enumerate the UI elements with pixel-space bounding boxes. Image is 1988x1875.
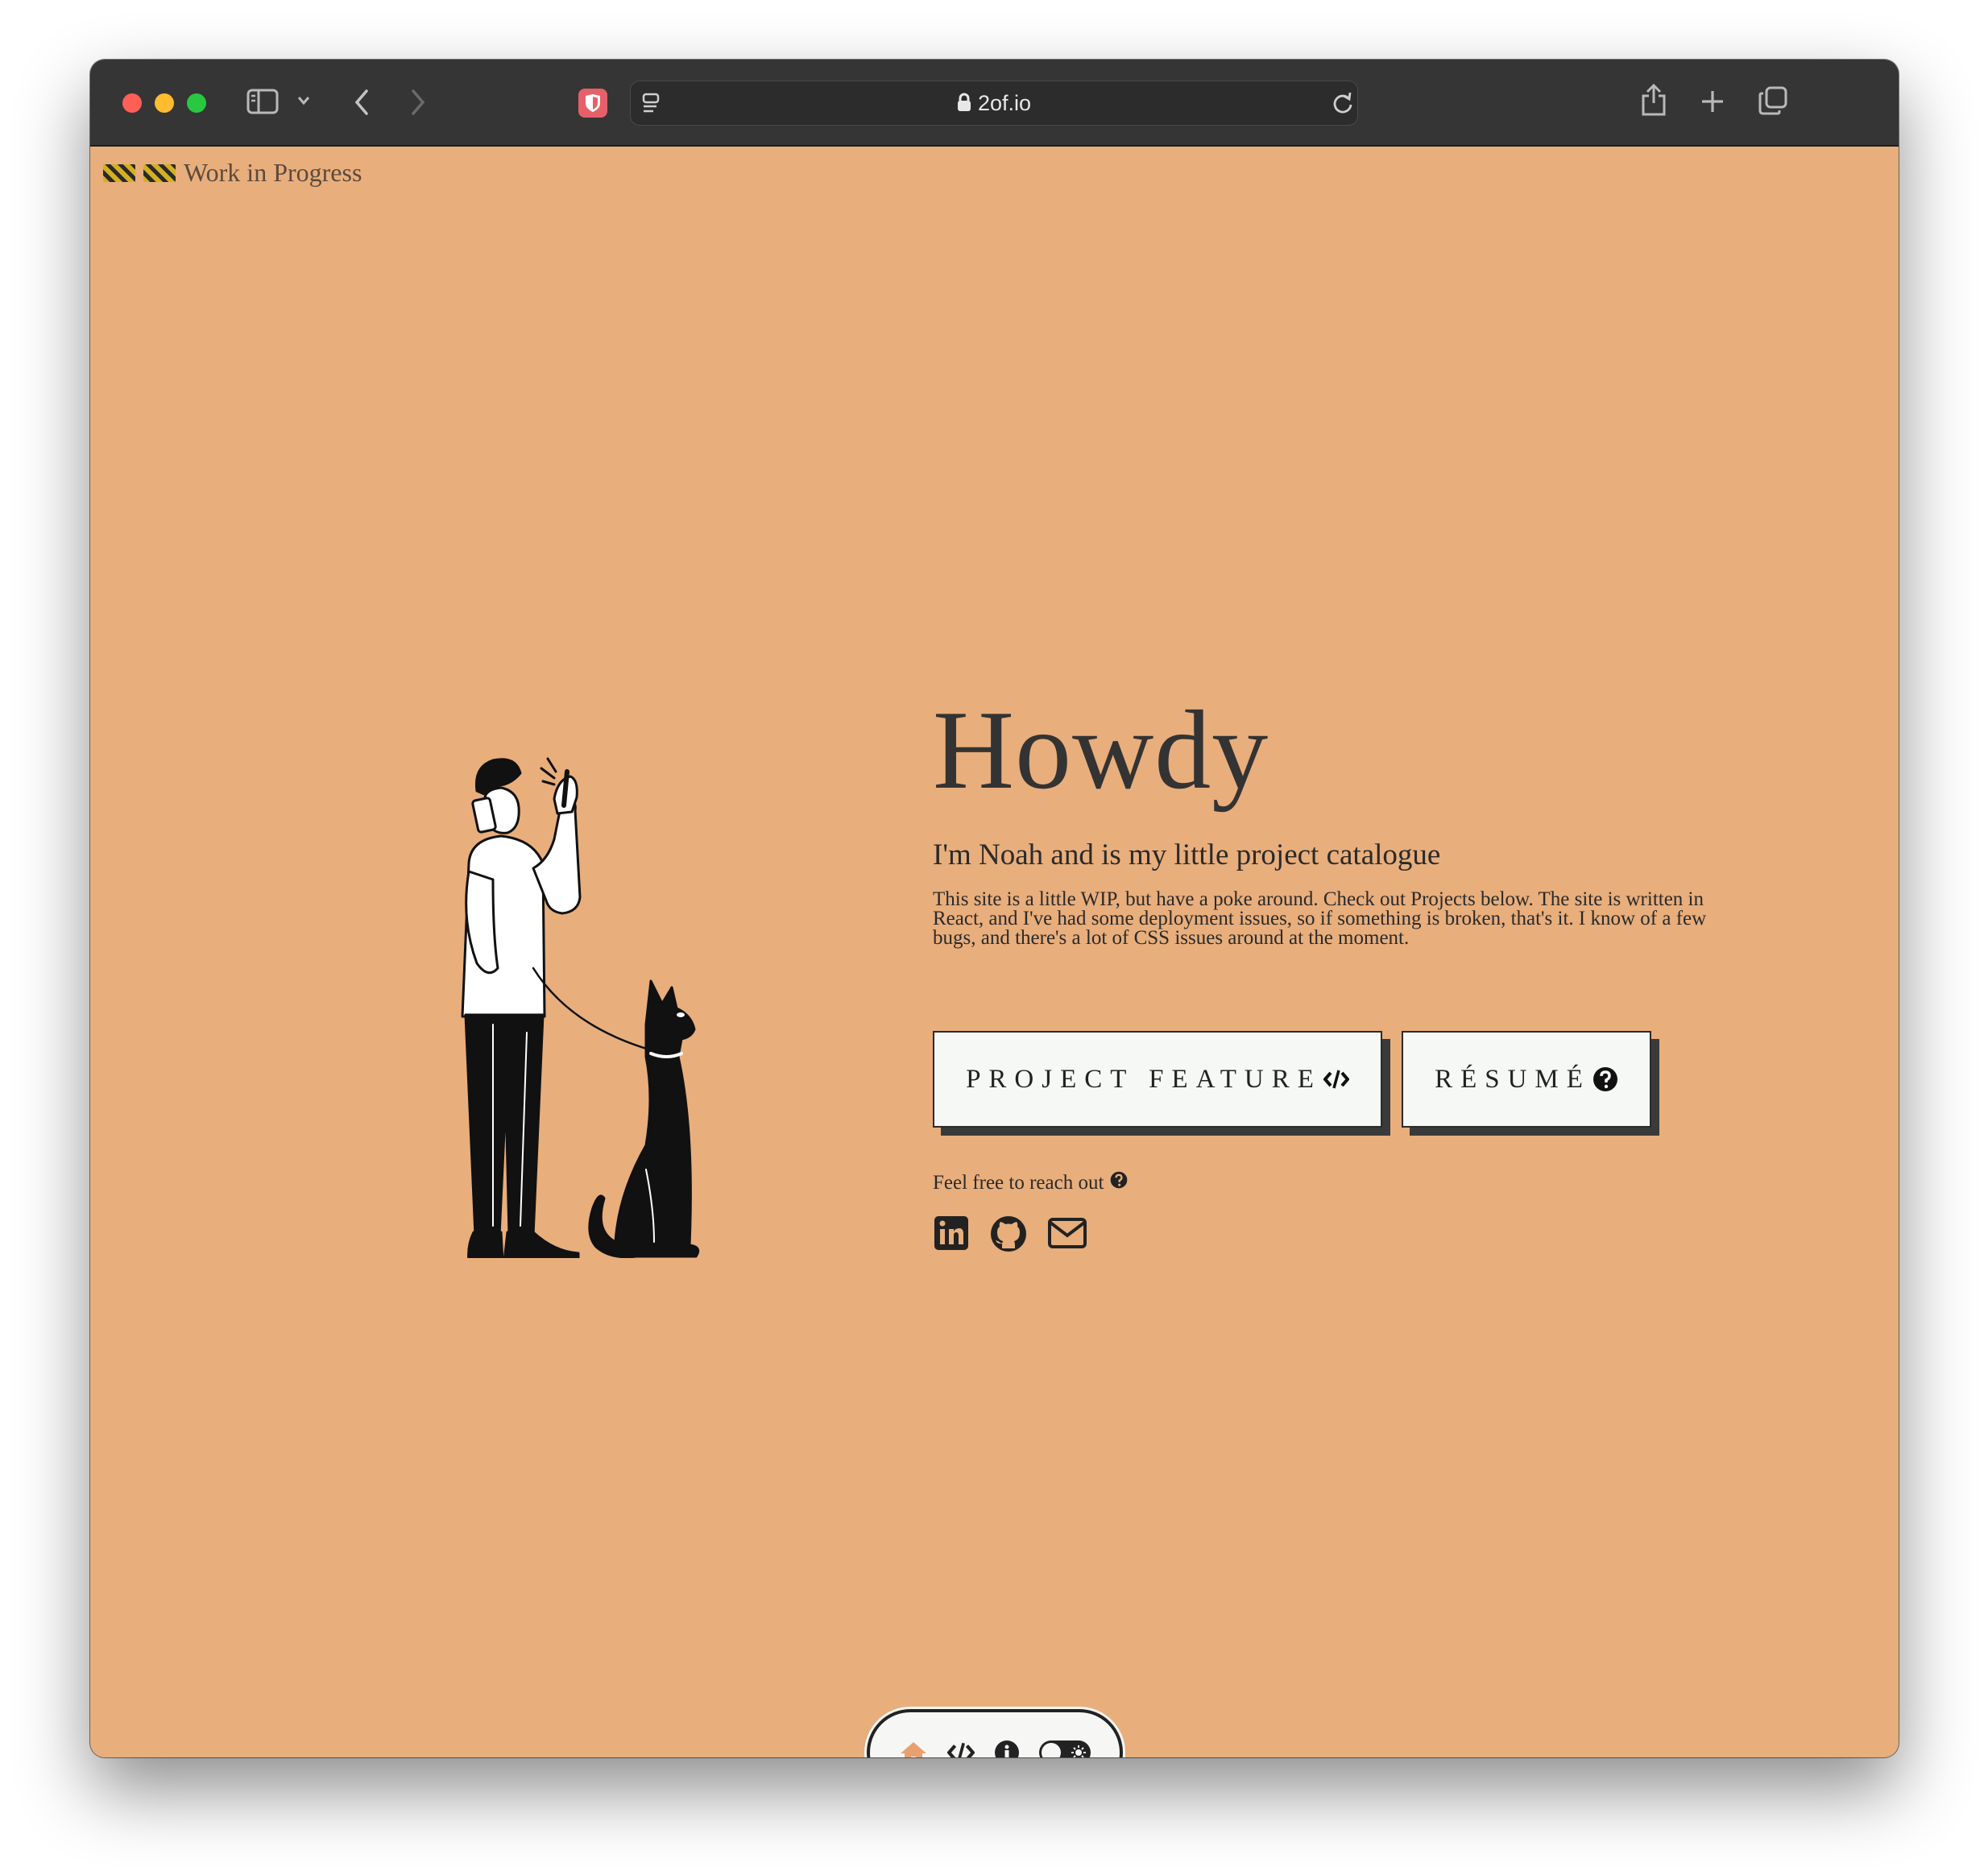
maximize-window-button[interactable] <box>187 93 206 113</box>
browser-toolbar: 2of.io <box>90 60 1899 147</box>
wip-banner: Work in Progress <box>103 158 362 188</box>
url-text: 2of.io <box>631 91 1357 118</box>
construction-icon <box>103 163 135 182</box>
project-feature-label: PROJECT FEATURE <box>966 1064 1322 1094</box>
address-bar[interactable]: 2of.io <box>630 81 1358 126</box>
cta-buttons: PROJECT FEATURE RÉSUMÉ <box>933 1031 1651 1128</box>
reload-icon[interactable] <box>1332 91 1354 115</box>
tab-overview-icon[interactable] <box>1758 85 1788 116</box>
page-title: Howdy <box>933 688 1269 813</box>
question-circle-icon <box>1592 1066 1618 1092</box>
resume-button[interactable]: RÉSUMÉ <box>1402 1031 1651 1128</box>
url-value: 2of.io <box>977 91 1032 115</box>
email-icon[interactable] <box>1047 1215 1087 1253</box>
project-feature-button[interactable]: PROJECT FEATURE <box>933 1031 1382 1128</box>
social-links <box>933 1215 1087 1253</box>
wip-label: Work in Progress <box>184 158 362 187</box>
browser-window: 2of.io Work in Progress Howdy I'm Noah a… <box>90 60 1899 1757</box>
reach-out-text: Feel free to reach out <box>933 1171 1128 1194</box>
back-icon[interactable] <box>353 89 371 116</box>
bottom-dock-nav <box>867 1709 1123 1757</box>
chevron-down-icon[interactable] <box>296 95 311 106</box>
construction-icon <box>143 163 176 182</box>
page-content: Work in Progress Howdy I'm Noah and is m… <box>90 147 1899 1757</box>
github-icon[interactable] <box>989 1215 1028 1253</box>
minimize-window-button[interactable] <box>155 93 174 113</box>
question-circle-icon <box>1110 1171 1128 1194</box>
share-icon[interactable] <box>1640 82 1667 118</box>
hero-section: Howdy I'm Noah and is my little project … <box>933 688 1738 949</box>
sun-icon <box>1071 1745 1086 1757</box>
forward-icon[interactable] <box>409 89 427 116</box>
close-window-button[interactable] <box>122 93 142 113</box>
lock-icon <box>957 93 971 118</box>
new-tab-icon[interactable] <box>1700 89 1725 114</box>
home-icon[interactable] <box>899 1740 928 1757</box>
code-icon[interactable] <box>947 1741 975 1757</box>
code-icon <box>1323 1069 1349 1090</box>
linkedin-icon[interactable] <box>933 1215 970 1253</box>
theme-toggle[interactable] <box>1039 1740 1091 1757</box>
toggle-knob <box>1042 1743 1061 1757</box>
sidebar-icon[interactable] <box>246 89 279 114</box>
resume-label: RÉSUMÉ <box>1435 1064 1591 1094</box>
person-with-dog-illustration <box>461 757 700 1258</box>
page-description: This site is a little WIP, but have a po… <box>933 888 1707 949</box>
reach-out-label: Feel free to reach out <box>933 1171 1104 1194</box>
info-icon[interactable] <box>994 1740 1020 1757</box>
page-subtitle: I'm Noah and is my little project catalo… <box>933 838 1441 871</box>
extension-shield-icon[interactable] <box>578 89 607 118</box>
